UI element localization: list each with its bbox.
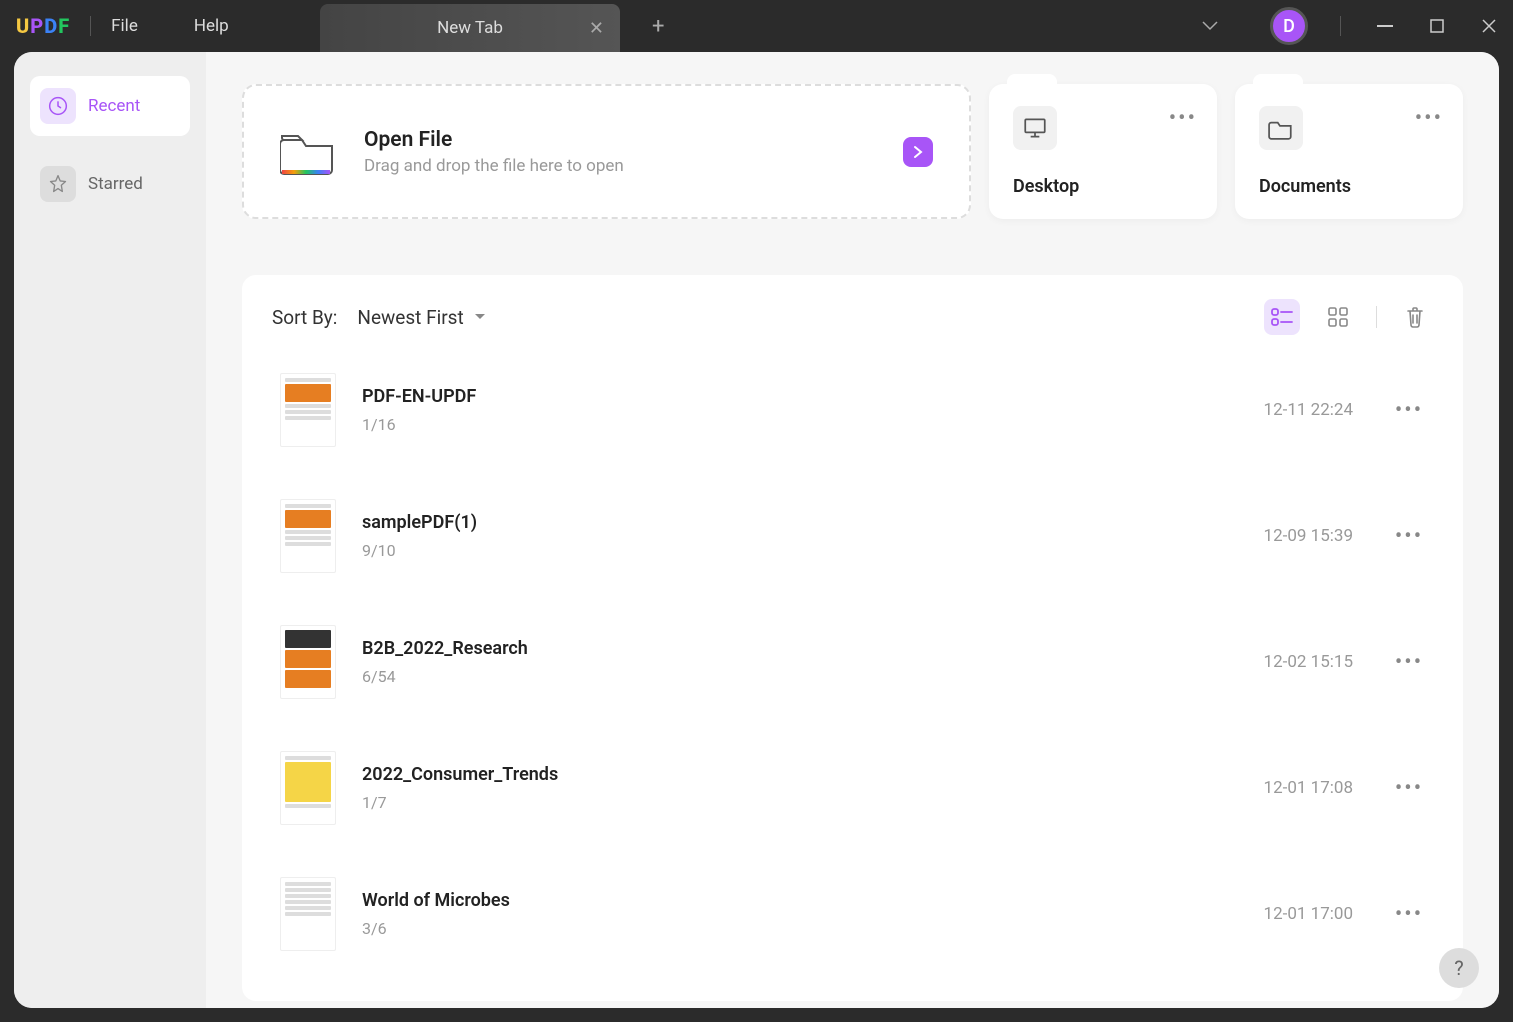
triangle-down-icon bbox=[474, 313, 486, 321]
close-icon[interactable]: ✕ bbox=[589, 18, 604, 39]
file-row[interactable]: 2022_Consumer_Trends 1/7 12-01 17:08 ••• bbox=[272, 725, 1433, 851]
more-icon[interactable]: ••• bbox=[1393, 650, 1425, 675]
file-pages: 6/54 bbox=[362, 667, 1264, 686]
help-button[interactable]: ? bbox=[1439, 948, 1479, 988]
file-date: 12-09 15:39 bbox=[1264, 526, 1353, 546]
file-name: World of Microbes bbox=[362, 890, 1264, 911]
file-date: 12-01 17:00 bbox=[1264, 904, 1353, 924]
file-pages: 1/16 bbox=[362, 415, 1264, 434]
file-thumbnail bbox=[280, 625, 336, 699]
file-pages: 9/10 bbox=[362, 541, 1264, 560]
file-name: B2B_2022_Research bbox=[362, 638, 1264, 659]
file-date: 12-11 22:24 bbox=[1264, 400, 1353, 420]
more-icon[interactable]: ••• bbox=[1393, 902, 1425, 927]
file-pages: 3/6 bbox=[362, 919, 1264, 938]
sidebar-item-recent[interactable]: Recent bbox=[30, 76, 190, 136]
divider bbox=[1340, 16, 1341, 36]
maximize-icon[interactable] bbox=[1425, 14, 1449, 38]
more-icon[interactable]: ••• bbox=[1415, 106, 1443, 131]
chevron-right-icon bbox=[903, 137, 933, 167]
menu-file[interactable]: File bbox=[111, 16, 138, 36]
sidebar-item-starred[interactable]: Starred bbox=[30, 154, 190, 214]
file-row[interactable]: World of Microbes 3/6 12-01 17:00 ••• bbox=[272, 851, 1433, 977]
file-name: samplePDF(1) bbox=[362, 512, 1264, 533]
more-icon[interactable]: ••• bbox=[1393, 524, 1425, 549]
file-name: PDF-EN-UPDF bbox=[362, 386, 1264, 407]
tab-new[interactable]: New Tab ✕ bbox=[320, 4, 620, 52]
star-icon bbox=[40, 166, 76, 202]
quick-card-documents[interactable]: ••• Documents bbox=[1235, 84, 1463, 219]
sidebar-item-label: Starred bbox=[88, 174, 143, 194]
file-row[interactable]: PDF-EN-UPDF 1/16 12-11 22:24 ••• bbox=[272, 347, 1433, 473]
chevron-down-icon[interactable] bbox=[1202, 21, 1218, 31]
sort-dropdown[interactable]: Newest First bbox=[357, 306, 485, 329]
file-date: 12-01 17:08 bbox=[1264, 778, 1353, 798]
grid-view-icon[interactable] bbox=[1320, 299, 1356, 335]
open-file-dropzone[interactable]: Open File Drag and drop the file here to… bbox=[242, 84, 971, 219]
close-window-icon[interactable] bbox=[1477, 14, 1501, 38]
main-area: Open File Drag and drop the file here to… bbox=[206, 52, 1499, 1008]
clock-icon bbox=[40, 88, 76, 124]
more-icon[interactable]: ••• bbox=[1169, 106, 1197, 131]
file-date: 12-02 15:15 bbox=[1264, 652, 1353, 672]
quick-card-label: Documents bbox=[1259, 176, 1439, 197]
divider bbox=[90, 16, 91, 36]
desktop-icon bbox=[1013, 106, 1057, 150]
folder-icon bbox=[280, 128, 336, 176]
top-cards: Open File Drag and drop the file here to… bbox=[242, 84, 1463, 219]
quick-card-label: Desktop bbox=[1013, 176, 1193, 197]
quick-card-desktop[interactable]: ••• Desktop bbox=[989, 84, 1217, 219]
avatar[interactable]: D bbox=[1270, 7, 1308, 45]
file-name: 2022_Consumer_Trends bbox=[362, 764, 1264, 785]
file-thumbnail bbox=[280, 751, 336, 825]
file-thumbnail bbox=[280, 373, 336, 447]
more-icon[interactable]: ••• bbox=[1393, 776, 1425, 801]
file-list-section: Sort By: Newest First bbox=[242, 275, 1463, 1001]
more-icon[interactable]: ••• bbox=[1393, 398, 1425, 423]
title-bar: UPDF File Help New Tab ✕ + D bbox=[0, 0, 1513, 52]
file-thumbnail bbox=[280, 877, 336, 951]
open-file-title: Open File bbox=[364, 128, 624, 152]
folder-icon bbox=[1259, 106, 1303, 150]
file-pages: 1/7 bbox=[362, 793, 1264, 812]
divider bbox=[1376, 306, 1377, 328]
add-tab-icon[interactable]: + bbox=[652, 14, 664, 39]
menu-help[interactable]: Help bbox=[194, 16, 229, 36]
app-body: Recent Starred Open F bbox=[14, 52, 1499, 1008]
minimize-icon[interactable] bbox=[1373, 14, 1397, 38]
sidebar-item-label: Recent bbox=[88, 96, 140, 116]
file-thumbnail bbox=[280, 499, 336, 573]
list-header: Sort By: Newest First bbox=[272, 299, 1433, 335]
sidebar: Recent Starred bbox=[14, 52, 206, 1008]
tab-label: New Tab bbox=[437, 18, 503, 38]
app-logo: UPDF bbox=[16, 14, 70, 38]
sort-label: Sort By: bbox=[272, 306, 337, 329]
file-row[interactable]: samplePDF(1) 9/10 12-09 15:39 ••• bbox=[272, 473, 1433, 599]
open-file-hint: Drag and drop the file here to open bbox=[364, 156, 624, 176]
list-view-icon[interactable] bbox=[1264, 299, 1300, 335]
trash-icon[interactable] bbox=[1397, 299, 1433, 335]
file-row[interactable]: B2B_2022_Research 6/54 12-02 15:15 ••• bbox=[272, 599, 1433, 725]
